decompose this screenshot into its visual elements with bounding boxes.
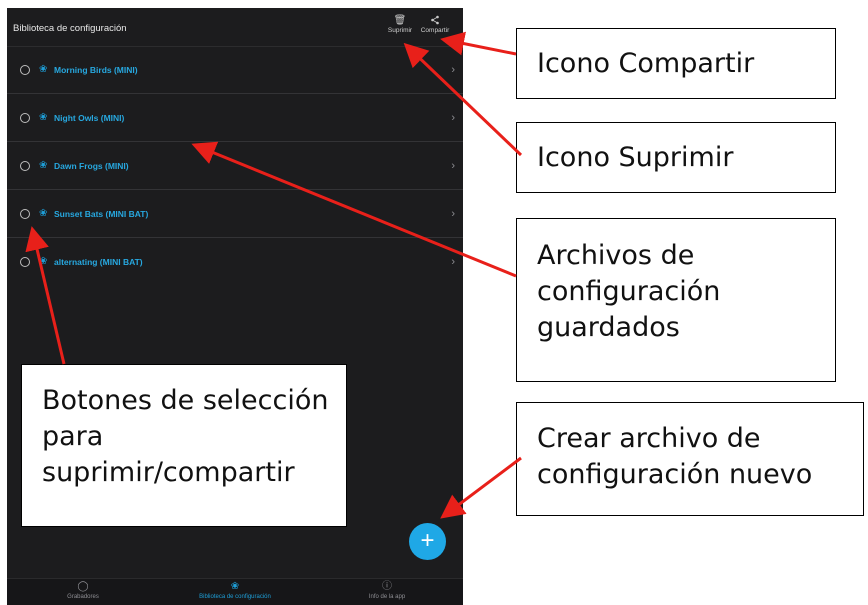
tab-config-library[interactable]: ❀ Biblioteca de configuración xyxy=(159,581,311,602)
callout-text: Icono Suprimir xyxy=(537,142,734,173)
info-icon: ⓘ xyxy=(382,581,392,592)
chevron-right-icon: › xyxy=(451,111,455,124)
callout-text: Crear archivo de configuración nuevo xyxy=(537,423,813,490)
delete-button[interactable]: 🗑 Suprimir xyxy=(383,15,417,34)
library-icon: ❀ xyxy=(230,581,240,592)
header: Biblioteca de configuración 🗑 Suprimir C… xyxy=(7,8,463,47)
select-radio[interactable] xyxy=(20,160,30,171)
list-item[interactable]: ❀ Night Owls (MINI) › xyxy=(7,94,463,142)
tab-recorders[interactable]: ◯ Grabadores xyxy=(7,581,159,602)
callout-new-file: Crear archivo de configuración nuevo xyxy=(516,402,864,516)
chevron-right-icon: › xyxy=(451,207,455,220)
tab-label: Biblioteca de configuración xyxy=(199,594,271,600)
callout-selection-buttons: Botones de selección para suprimir/compa… xyxy=(21,364,347,527)
config-file-icon: ❀ xyxy=(39,63,48,75)
tab-label: Info de la app xyxy=(368,594,406,600)
config-file-icon: ❀ xyxy=(39,255,48,267)
config-file-name: Sunset Bats (MINI BAT) xyxy=(54,208,149,219)
tab-label: Grabadores xyxy=(67,594,99,600)
callout-text: Icono Compartir xyxy=(537,48,755,79)
share-button[interactable]: Compartir xyxy=(418,15,452,34)
page-title: Biblioteca de configuración xyxy=(13,23,127,34)
config-file-name: Dawn Frogs (MINI) xyxy=(54,160,129,171)
chevron-right-icon: › xyxy=(451,63,455,76)
callout-saved-files: Archivos de configuración guardados xyxy=(516,218,836,382)
tab-app-info[interactable]: ⓘ Info de la app xyxy=(311,581,463,602)
list-item[interactable]: ❀ Dawn Frogs (MINI) › xyxy=(7,142,463,190)
microphone-icon: ◯ xyxy=(77,581,89,592)
config-file-name: alternating (MINI BAT) xyxy=(54,256,143,267)
config-file-icon: ❀ xyxy=(39,207,48,219)
callout-text: Archivos de configuración guardados xyxy=(537,240,721,343)
list-item[interactable]: ❀ Sunset Bats (MINI BAT) › xyxy=(7,190,463,238)
select-radio[interactable] xyxy=(20,208,30,219)
select-radio[interactable] xyxy=(20,112,30,123)
chevron-right-icon: › xyxy=(451,159,455,172)
callout-delete-icon: Icono Suprimir xyxy=(516,122,836,193)
config-file-name: Morning Birds (MINI) xyxy=(54,64,138,75)
chevron-right-icon: › xyxy=(451,255,455,268)
list-item[interactable]: ❀ Morning Birds (MINI) › xyxy=(7,46,463,94)
config-file-name: Night Owls (MINI) xyxy=(54,112,125,123)
tab-bar: ◯ Grabadores ❀ Biblioteca de configuraci… xyxy=(7,578,463,605)
share-label: Compartir xyxy=(420,27,450,34)
callout-share-icon: Icono Compartir xyxy=(516,28,836,99)
trash-icon: 🗑 xyxy=(393,15,407,26)
config-file-icon: ❀ xyxy=(39,159,48,171)
config-file-icon: ❀ xyxy=(39,111,48,123)
add-config-button[interactable]: + xyxy=(409,523,446,560)
delete-label: Suprimir xyxy=(387,27,413,34)
select-radio[interactable] xyxy=(20,64,30,75)
list-item[interactable]: ❀ alternating (MINI BAT) › xyxy=(7,238,463,285)
callout-text: Botones de selección para suprimir/compa… xyxy=(42,385,329,488)
share-icon xyxy=(418,15,452,27)
select-radio[interactable] xyxy=(20,256,30,267)
